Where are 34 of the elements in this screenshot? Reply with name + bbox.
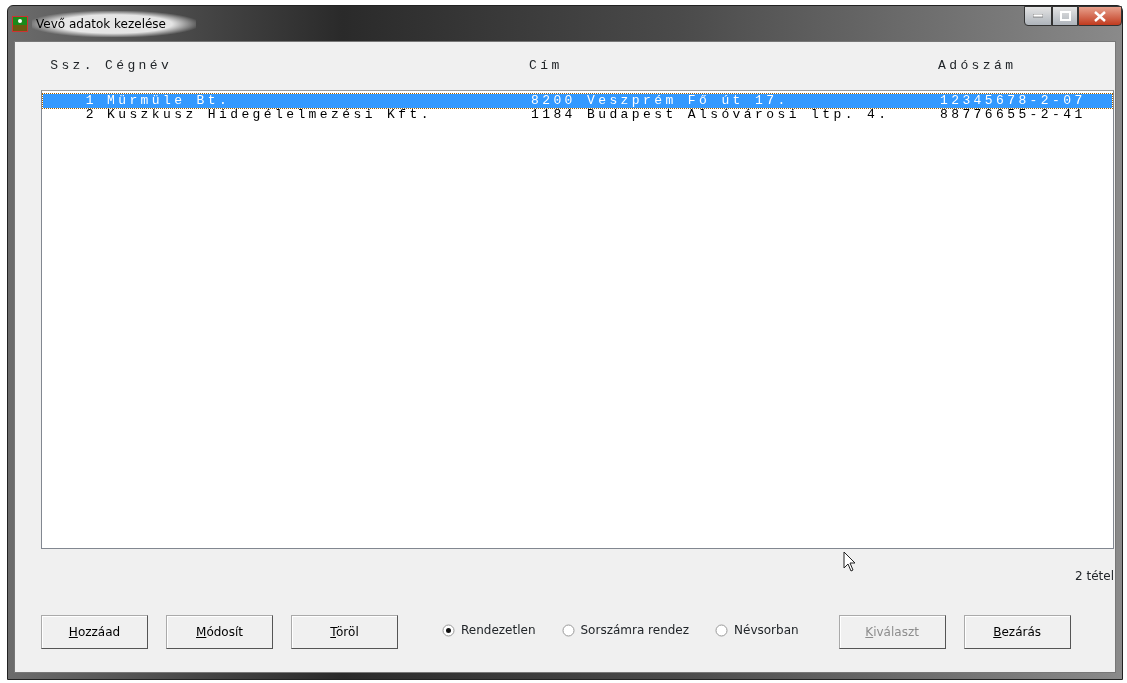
column-header: Cím [529, 58, 563, 73]
list-cell: 2 [85, 107, 97, 122]
list-cell: 1184 Budapest Alsóvárosi ltp. 4. [531, 107, 890, 122]
minimize-button[interactable] [1024, 6, 1052, 26]
push-button[interactable]: Módosít [166, 615, 273, 649]
push-button[interactable]: Bezárás [963, 615, 1071, 649]
radio-button[interactable] [561, 623, 575, 637]
mouse-pointer-icon [843, 551, 856, 572]
radio-button[interactable] [715, 623, 729, 637]
app-icon [12, 15, 28, 32]
push-button[interactable]: Hozzáad [41, 615, 148, 649]
radio-button[interactable] [442, 623, 455, 637]
list-cell: 8200 Veszprém Fő út 17. [531, 93, 789, 108]
item-count: 2 tétel [1074, 568, 1114, 585]
radio-label: Névsorban [734, 622, 799, 639]
list-cell: 88776655-2-41 [940, 107, 1086, 122]
maximize-icon [1059, 11, 1071, 21]
window-title: Vevő adatok kezelése [32, 10, 196, 37]
list-row[interactable]: 2 Kuszkusz Hidegélelmezési Kft. 1184 Budapest Alsóvárosi ltp. 4. 88776655-2-41 [43, 108, 1112, 122]
list-box[interactable]: 1 Mürmüle Bt. 8200 Veszprém Fő út 17. 12345678-2-07 2 Kuszkusz Hidegélelmezési Kft. 1184 Budapest Alsóvárosi ltp. 4. 88776655-2-41 [41, 90, 1114, 549]
column-header: Adószám [938, 58, 1017, 73]
close-icon [1094, 10, 1106, 22]
radio-label: Rendezetlen [461, 622, 536, 639]
radio-label: Sorszámra rendez [580, 622, 690, 639]
list-cell: 1 [85, 93, 97, 108]
column-header: Ssz. [50, 58, 95, 73]
list-cell: Mürmüle Bt. [107, 93, 231, 108]
push-button[interactable]: Töröl [291, 615, 398, 649]
minimize-icon [1033, 14, 1043, 18]
list-cell: Kuszkusz Hidegélelmezési Kft. [107, 107, 432, 122]
maximize-button[interactable] [1052, 6, 1078, 26]
list-cell: 12345678-2-07 [940, 93, 1086, 108]
column-header: Cégnév [105, 58, 173, 73]
close-button[interactable] [1078, 6, 1122, 26]
